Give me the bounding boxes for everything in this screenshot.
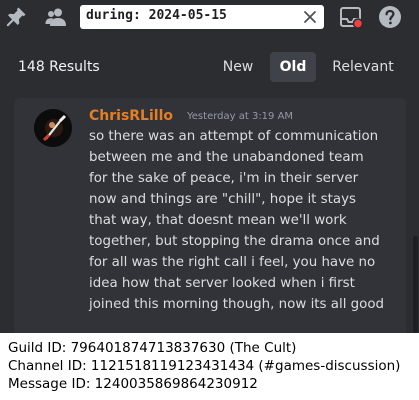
message-line: so there was an attempt of communication (89, 129, 379, 144)
sort-old-button[interactable]: Old (270, 52, 316, 82)
discord-search-panel: during: 2024-05-15 148 Results New Old R… (0, 0, 419, 333)
metadata-caption: Guild ID: 796401874713837630 (The Cult) … (8, 339, 400, 393)
results-header: 148 Results New Old Relevant (0, 34, 419, 98)
message-line: together, but stopping the drama once an… (89, 234, 380, 249)
message-line: between me and the unabandoned team (89, 150, 364, 165)
members-icon[interactable] (44, 5, 68, 29)
help-icon[interactable] (378, 5, 402, 29)
message-line: for the sake of peace, i'm in their serv… (89, 171, 359, 186)
message-line: for all was the right call i feel, you h… (89, 255, 376, 270)
search-query: during: 2024-05-15 (86, 8, 227, 23)
search-input[interactable]: during: 2024-05-15 (80, 5, 324, 29)
sort-new-button[interactable]: New (218, 52, 258, 82)
pin-icon[interactable] (4, 5, 28, 29)
message-timestamp: Yesterday at 3:19 AM (187, 111, 294, 122)
message-content: so there was an attempt of communication… (89, 126, 401, 315)
channel-id-line: Channel ID: 1121518119123431434 (#games-… (8, 358, 401, 374)
top-toolbar: during: 2024-05-15 (0, 0, 419, 34)
message-line: idea how that server looked when i first (89, 276, 355, 291)
message-id-line: Message ID: 1240035869864230912 (8, 376, 258, 392)
guild-id-line: Guild ID: 796401874713837630 (The Cult) (8, 340, 297, 356)
avatar[interactable] (34, 109, 72, 147)
message-line: joined this morning though, now its all … (89, 297, 385, 312)
results-scrollbar[interactable] (413, 236, 418, 333)
results-count: 148 Results (18, 59, 100, 75)
message-author[interactable]: ChrisRLillo (89, 108, 173, 124)
message-line: now and things are "chill", hope it stay… (89, 192, 357, 207)
inbox-icon[interactable] (339, 5, 364, 29)
sort-relevant-button[interactable]: Relevant (328, 52, 398, 82)
message-line: that way, that doesnt mean we'll work (89, 213, 347, 228)
clear-search-icon[interactable] (302, 9, 318, 25)
